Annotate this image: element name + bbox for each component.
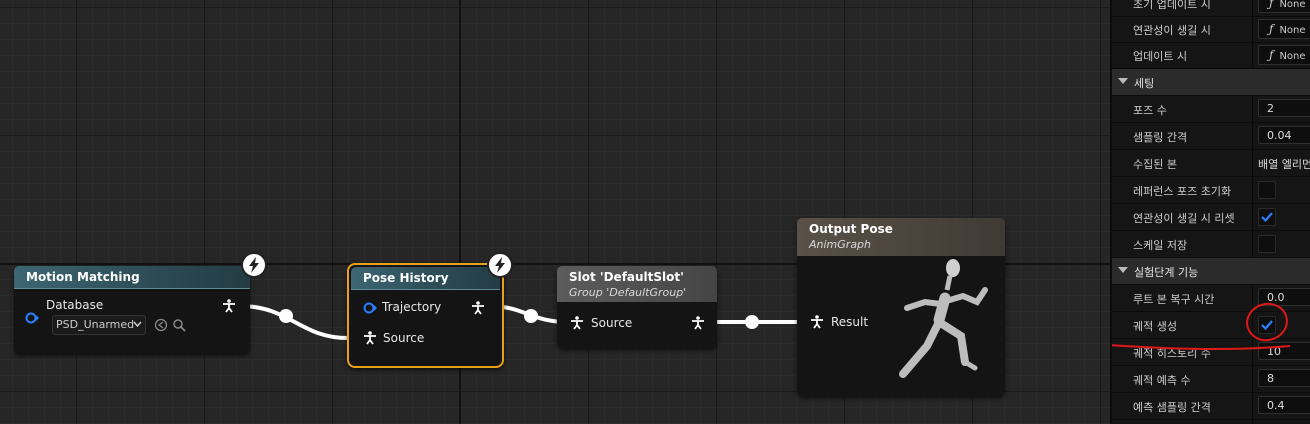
pin-label-source: Source [383, 331, 425, 345]
pose-output-pin-icon[interactable] [471, 301, 485, 315]
pin-label-source: Source [591, 316, 633, 330]
pose-input-pin-icon[interactable] [570, 316, 584, 330]
running-mannequin-icon [899, 259, 988, 378]
motion-matching-node[interactable]: Motion Matching Database PSD_Unarmed [14, 266, 250, 354]
pin-label-database: Database [46, 298, 104, 312]
node-header[interactable]: Slot 'DefaultSlot' Group 'DefaultGroup' [557, 266, 717, 302]
node-title: Slot 'DefaultSlot' [569, 270, 684, 284]
database-dropdown[interactable]: PSD_Unarmed [52, 315, 146, 335]
browse-search-icon[interactable] [172, 318, 186, 332]
wire-motion-to-history[interactable] [239, 304, 349, 340]
node-header[interactable]: Output Pose AnimGraph [797, 218, 1005, 256]
object-pin-icon[interactable] [25, 311, 39, 325]
node-title: Motion Matching [26, 270, 140, 284]
node-title: Pose History [363, 271, 449, 285]
slot-node[interactable]: Slot 'DefaultSlot' Group 'DefaultGroup' … [557, 266, 717, 348]
object-pin-icon[interactable] [363, 301, 377, 315]
wire-knot[interactable] [279, 309, 293, 323]
use-asset-icon[interactable] [154, 318, 168, 332]
pin-label-result: Result [831, 315, 869, 329]
anim-graph-canvas[interactable]: Motion Matching Database PSD_Unarmed Pos… [0, 0, 1110, 424]
details-panel[interactable]: 초기 업데이트 시 ƒ None 연관성이 생길 시 ƒ None 업데이트 시 ƒ… [1110, 0, 1310, 424]
pose-input-pin-icon[interactable] [363, 331, 377, 345]
node-subtitle: AnimGraph [809, 238, 872, 251]
node-title: Output Pose [809, 222, 893, 236]
pose-output-pin-icon[interactable] [222, 299, 236, 313]
fast-path-lightning-icon [487, 252, 513, 278]
pose-history-node[interactable]: Pose History Trajectory Source [347, 263, 504, 368]
red-annotation-markup [1112, 302, 1291, 351]
output-pose-node[interactable]: Output Pose AnimGraph Result [797, 218, 1005, 396]
node-subtitle: Group 'DefaultGroup' [569, 286, 687, 299]
pose-input-pin-icon[interactable] [810, 315, 824, 329]
chevron-down-icon [133, 321, 142, 328]
pin-label-trajectory: Trajectory [382, 300, 442, 314]
node-header[interactable]: Motion Matching [14, 266, 250, 289]
wire-knot[interactable] [745, 315, 759, 329]
fast-path-lightning-icon [241, 252, 267, 278]
node-header[interactable]: Pose History [351, 267, 500, 290]
wire-knot[interactable] [524, 309, 538, 323]
pose-output-pin-icon[interactable] [691, 316, 705, 330]
database-value: PSD_Unarmed [56, 318, 135, 331]
